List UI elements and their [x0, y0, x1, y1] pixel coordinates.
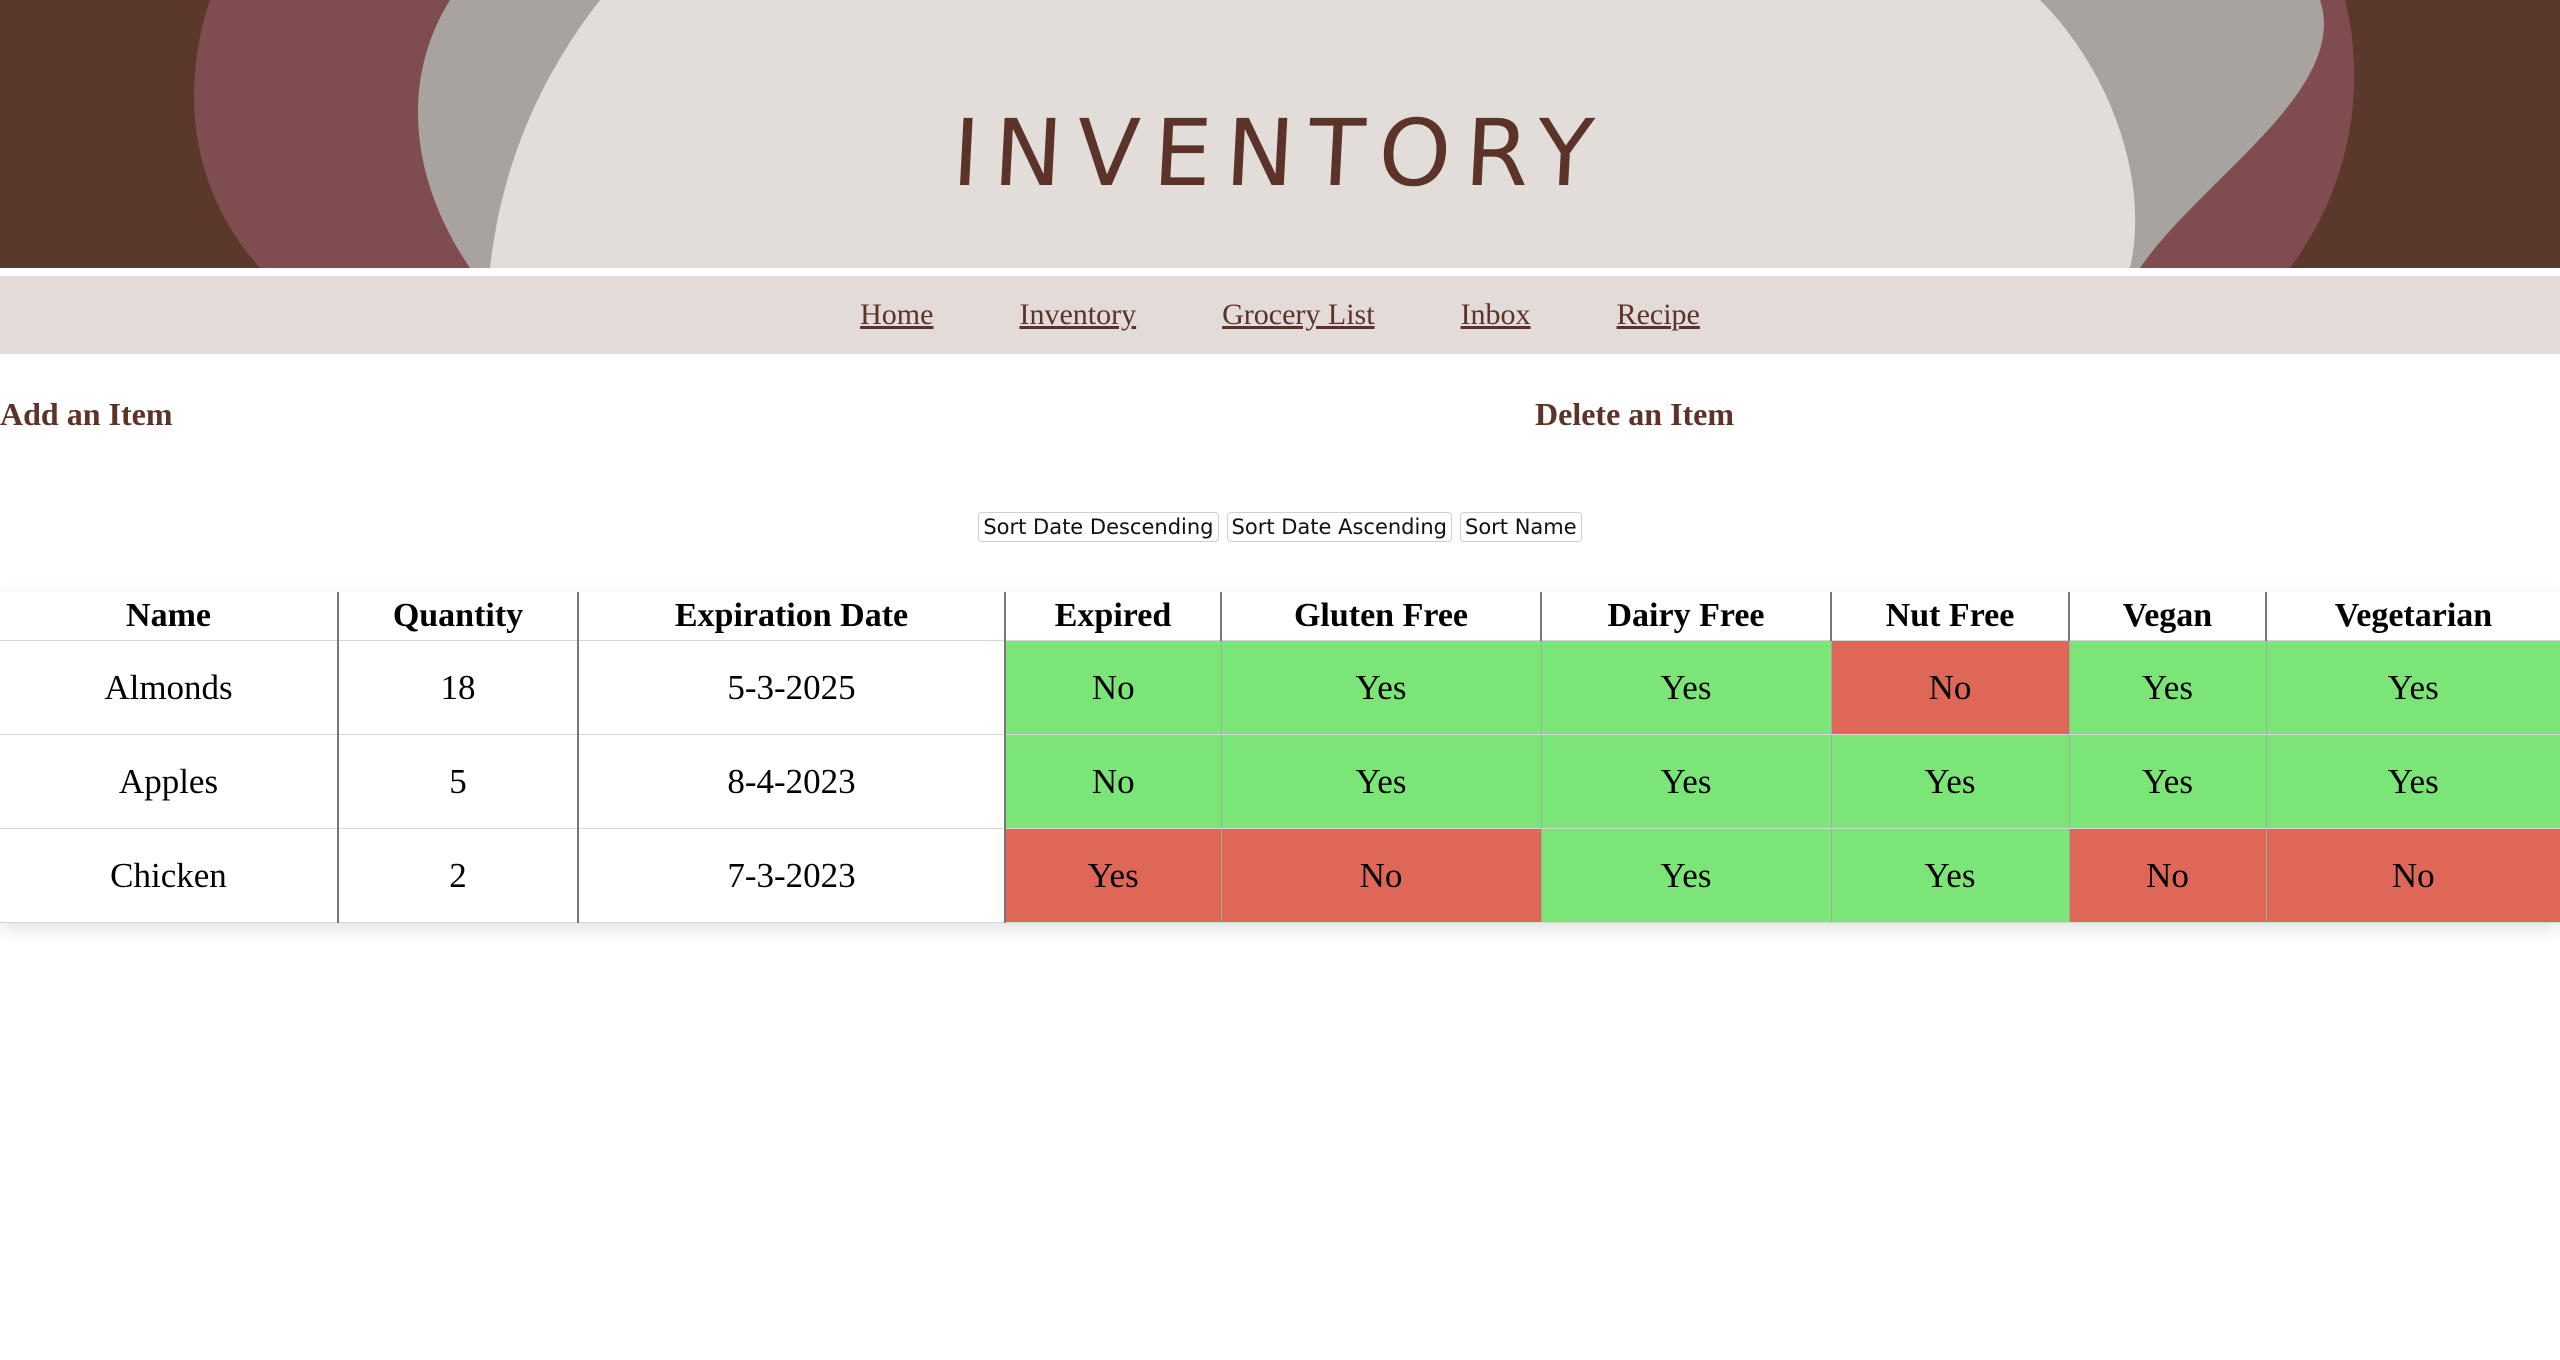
nav-inventory-link[interactable]: Inventory: [1019, 298, 1136, 332]
header-nut-free: Nut Free: [1831, 592, 2070, 641]
cell-expiration-date: 5-3-2025: [578, 640, 1006, 735]
nav-recipe-link[interactable]: Recipe: [1617, 298, 1700, 332]
cell-expired: Yes: [1005, 828, 1222, 923]
cell-vegan: Yes: [2069, 640, 2267, 735]
cell-dairy-free: Yes: [1541, 640, 1832, 735]
table-header-row: Name Quantity Expiration Date Expired Gl…: [0, 592, 2560, 641]
header-quantity: Quantity: [338, 592, 579, 641]
delete-item-toggle[interactable]: Delete an Item: [1535, 396, 1734, 433]
header-expired: Expired: [1005, 592, 1222, 641]
sort-date-descending-button[interactable]: Sort Date Descending: [978, 512, 1219, 542]
cell-quantity: 18: [338, 640, 579, 735]
header-expiration-date: Expiration Date: [578, 592, 1006, 641]
sort-date-ascending-button[interactable]: Sort Date Ascending: [1226, 512, 1452, 542]
nav-inbox-link[interactable]: Inbox: [1461, 298, 1531, 332]
header-gluten-free: Gluten Free: [1221, 592, 1542, 641]
cell-vegetarian: Yes: [2266, 640, 2560, 735]
cell-gluten-free: No: [1221, 828, 1542, 923]
cell-expiration-date: 7-3-2023: [578, 828, 1006, 923]
cell-expired: No: [1005, 640, 1222, 735]
cell-nut-free: Yes: [1831, 828, 2070, 923]
add-item-toggle[interactable]: Add an Item: [0, 396, 172, 433]
cell-expiration-date: 8-4-2023: [578, 734, 1006, 829]
nav-home-link[interactable]: Home: [860, 298, 933, 332]
cell-quantity: 5: [338, 734, 579, 829]
cell-vegan: Yes: [2069, 734, 2267, 829]
cell-gluten-free: Yes: [1221, 640, 1542, 735]
nav-grocery-list-link[interactable]: Grocery List: [1222, 298, 1374, 332]
page-banner: INVENTORY: [0, 0, 2560, 268]
cell-expired: No: [1005, 734, 1222, 829]
cell-dairy-free: Yes: [1541, 828, 1832, 923]
cell-vegan: No: [2069, 828, 2267, 923]
page-title: INVENTORY: [949, 100, 1611, 207]
cell-name: Apples: [0, 734, 339, 829]
table-row: Chicken 2 7-3-2023 Yes No Yes Yes No No: [0, 828, 2560, 923]
sort-name-button[interactable]: Sort Name: [1460, 512, 1582, 542]
table-row: Almonds 18 5-3-2025 No Yes Yes No Yes Ye…: [0, 640, 2560, 735]
inventory-table-container: Name Quantity Expiration Date Expired Gl…: [0, 592, 2560, 923]
cell-quantity: 2: [338, 828, 579, 923]
actions-row: Add an Item Delete an Item: [0, 354, 2560, 486]
cell-nut-free: Yes: [1831, 734, 2070, 829]
header-vegetarian: Vegetarian: [2266, 592, 2560, 641]
cell-vegetarian: No: [2266, 828, 2560, 923]
cell-dairy-free: Yes: [1541, 734, 1832, 829]
header-name: Name: [0, 592, 339, 641]
cell-name: Almonds: [0, 640, 339, 735]
cell-gluten-free: Yes: [1221, 734, 1542, 829]
table-row: Apples 5 8-4-2023 No Yes Yes Yes Yes Yes: [0, 734, 2560, 829]
main-nav: Home Inventory Grocery List Inbox Recipe: [0, 276, 2560, 354]
cell-nut-free: No: [1831, 640, 2070, 735]
cell-name: Chicken: [0, 828, 339, 923]
header-dairy-free: Dairy Free: [1541, 592, 1832, 641]
banner-divider: [0, 268, 2560, 276]
inventory-table: Name Quantity Expiration Date Expired Gl…: [0, 592, 2560, 923]
cell-vegetarian: Yes: [2266, 734, 2560, 829]
sort-controls: Sort Date Descending Sort Date Ascending…: [0, 512, 2560, 542]
header-vegan: Vegan: [2069, 592, 2267, 641]
